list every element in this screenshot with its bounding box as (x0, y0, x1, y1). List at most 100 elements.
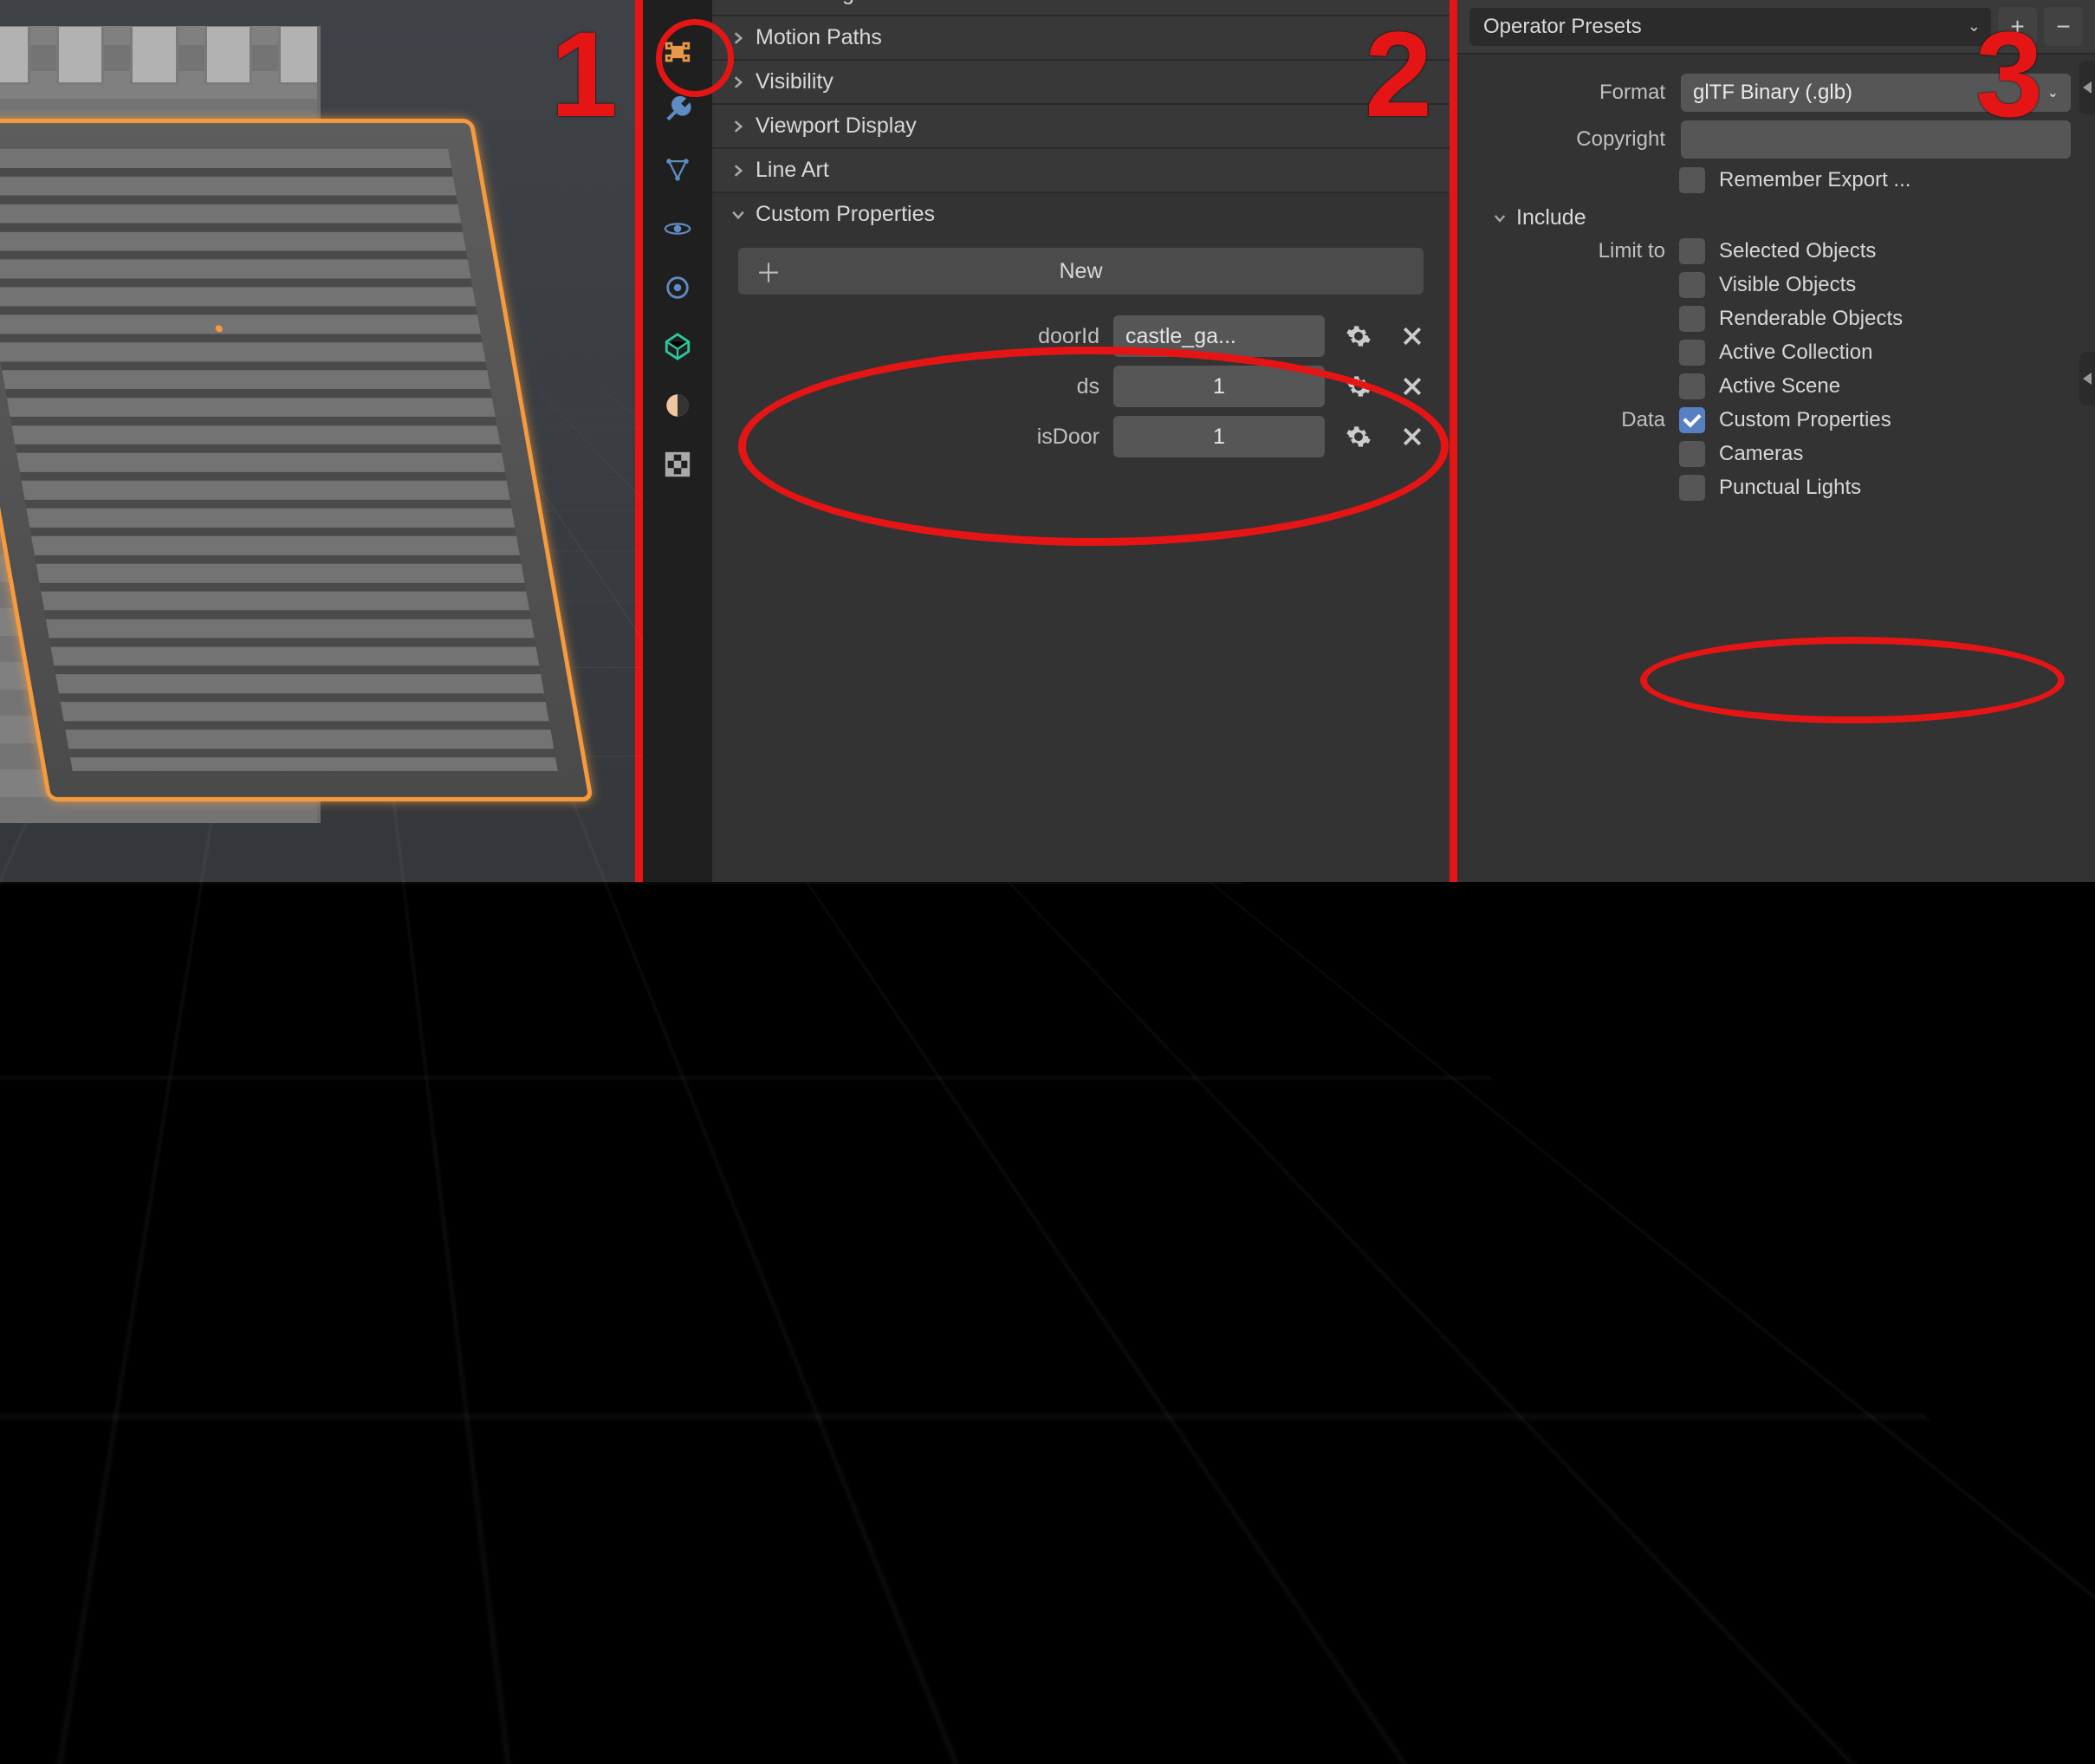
prop-name: isDoor (840, 425, 1099, 450)
section-visibility[interactable]: Visibility (712, 61, 1450, 105)
limit-checkbox[interactable] (1679, 238, 1705, 264)
modifier-tab-icon[interactable] (660, 94, 695, 128)
operator-presets-label: Operator Presets (1483, 15, 1642, 39)
custom-property-row: isDoor 1 (730, 416, 1432, 457)
highlight-custom-properties-export-oval (1640, 637, 2065, 723)
limit-option-row: Active Collection (1492, 340, 2071, 366)
remove-icon[interactable] (1392, 366, 1432, 406)
gear-icon[interactable] (1339, 417, 1378, 457)
step-number-3: 3 (1975, 4, 2043, 145)
section-line-art[interactable]: Line Art (712, 149, 1450, 193)
chevron-right-icon (730, 29, 747, 47)
prop-name: doorId (840, 324, 1099, 349)
custom-properties-body: ＋ New (712, 236, 1450, 307)
gear-icon[interactable] (1339, 316, 1378, 356)
physics-tab-icon[interactable] (660, 211, 695, 246)
section-label: Line Art (756, 158, 829, 183)
data-label: Data (1492, 408, 1665, 432)
step-3-export: 3 Operator Presets ⌄ + − Format glTF Bin… (1457, 0, 2095, 882)
chevron-right-icon (730, 118, 747, 135)
section-label: Custom Properties (756, 202, 935, 227)
chevron-right-icon (730, 74, 747, 91)
chevron-right-icon (730, 162, 747, 179)
step-number-1: 1 (550, 4, 618, 145)
remember-export-row: Remember Export ... (1492, 167, 2071, 193)
limit-to-label: Limit to (1492, 239, 1665, 263)
limit-option-label: Renderable Objects (1719, 307, 1903, 331)
chevron-right-icon (730, 0, 747, 3)
section-viewport-display[interactable]: Viewport Display (712, 105, 1450, 149)
limit-option-label: Active Scene (1719, 374, 1840, 399)
data-option-row: Cameras (1492, 441, 2071, 467)
remove-icon[interactable] (1392, 316, 1432, 356)
properties-tab-strip (643, 0, 712, 882)
data-option-label: Cameras (1719, 442, 1803, 466)
data-checkbox[interactable] (1679, 441, 1705, 467)
chevron-down-icon: ⌄ (2047, 84, 2059, 101)
section-label: Viewport Display (756, 113, 917, 139)
prop-value-field[interactable]: castle_ga... (1113, 315, 1325, 357)
custom-property-list: doorId castle_ga... ds 1 isDoor 1 (712, 307, 1450, 466)
prop-value-field[interactable]: 1 (1113, 416, 1325, 457)
constraints-tab-icon[interactable] (660, 270, 695, 305)
limit-option-row: Visible Objects (1492, 272, 2071, 298)
data-checkbox[interactable] (1679, 475, 1705, 501)
limit-checkbox[interactable] (1679, 306, 1705, 332)
chevron-down-icon (1492, 211, 1508, 226)
viewport-3d[interactable] (0, 0, 635, 882)
limit-option-label: Selected Objects (1719, 239, 1876, 263)
highlight-object-tab-circle (656, 19, 734, 97)
material-tab-icon[interactable] (660, 388, 695, 423)
limit-to-group: Limit to Selected Objects Visible Objects R… (1492, 238, 2071, 399)
data-option-label: Custom Properties (1719, 408, 1891, 432)
remember-export-label: Remember Export ... (1719, 168, 1910, 192)
remember-export-checkbox[interactable] (1679, 167, 1705, 193)
include-section-header[interactable]: Include (1492, 205, 2071, 230)
include-label: Include (1516, 205, 1586, 230)
add-custom-property-button[interactable]: ＋ New (738, 248, 1424, 295)
data-option-row: Punctual Lights (1492, 475, 2071, 501)
section-label: Visibility (756, 69, 833, 94)
sidebar-handle[interactable] (2079, 352, 2095, 405)
operator-presets-dropdown[interactable]: Operator Presets ⌄ (1469, 8, 1991, 46)
custom-property-row: ds 1 (730, 366, 1432, 407)
data-option-row: Data Custom Properties (1492, 407, 2071, 433)
limit-option-row: Limit to Selected Objects (1492, 238, 2071, 264)
preset-remove-button[interactable]: − (2044, 7, 2083, 46)
object-tab-icon[interactable] (660, 35, 695, 69)
limit-option-label: Active Collection (1719, 340, 1872, 365)
step-2-properties: 2 (643, 0, 1457, 882)
sidebar-handle[interactable] (2079, 61, 2095, 114)
custom-property-row: doorId castle_ga... (730, 315, 1432, 357)
particles-tab-icon[interactable] (660, 152, 695, 187)
plus-icon: ＋ (756, 252, 782, 290)
gear-icon[interactable] (1339, 366, 1378, 406)
texture-tab-icon[interactable] (660, 447, 695, 482)
section-label: Instancing (756, 0, 854, 6)
format-label: Format (1492, 81, 1665, 105)
step-number-2: 2 (1365, 4, 1432, 145)
remove-icon[interactable] (1392, 417, 1432, 457)
mesh-data-tab-icon[interactable] (660, 329, 695, 364)
limit-checkbox[interactable] (1679, 272, 1705, 298)
copyright-label: Copyright (1492, 127, 1665, 152)
data-group: Data Custom Properties Cameras Punctual Lig… (1492, 407, 2071, 501)
data-checkbox[interactable] (1679, 407, 1705, 433)
limit-checkbox[interactable] (1679, 373, 1705, 399)
chevron-down-icon (730, 206, 747, 224)
stage: 1 2 (0, 0, 2095, 882)
new-button-label: New (1059, 259, 1102, 284)
section-label: Motion Paths (756, 25, 882, 50)
section-instancing[interactable]: Instancing (712, 0, 1450, 16)
limit-option-row: Active Scene (1492, 373, 2071, 399)
format-value: glTF Binary (.glb) (1693, 81, 1852, 105)
step-1-viewport: 1 (0, 0, 643, 882)
limit-option-row: Renderable Objects (1492, 306, 2071, 332)
section-motion-paths[interactable]: Motion Paths (712, 16, 1450, 61)
crenellations (0, 26, 321, 85)
limit-checkbox[interactable] (1679, 340, 1705, 366)
section-custom-properties[interactable]: Custom Properties (712, 193, 1450, 236)
data-option-label: Punctual Lights (1719, 476, 1861, 500)
prop-value-field[interactable]: 1 (1113, 366, 1325, 407)
properties-panel: Instancing Motion Paths Visibility Viewp… (712, 0, 1450, 882)
